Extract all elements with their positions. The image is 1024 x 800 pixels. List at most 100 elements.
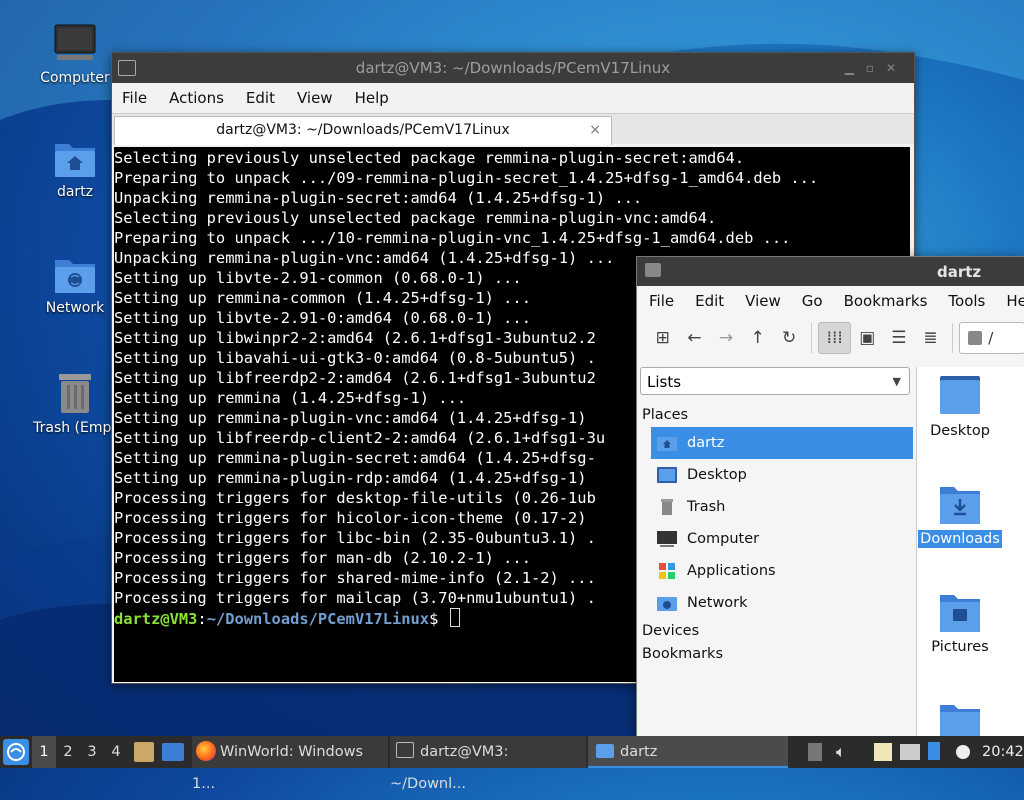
desktop-icon-home[interactable]: dartz <box>25 140 125 200</box>
path-bar[interactable]: / <box>959 322 1024 354</box>
workspace-3[interactable]: 3 <box>80 736 104 768</box>
menu-tools[interactable]: Tools <box>948 292 985 310</box>
places-header: Places <box>642 407 689 423</box>
pictures-folder-icon <box>940 595 980 632</box>
file-manager-window[interactable]: dartz File Edit View Go Bookmarks Tools … <box>636 256 1024 738</box>
task-button-terminal[interactable]: dartz@VM3: ~/Downl... <box>390 736 586 792</box>
downloads-folder-icon <box>940 487 980 524</box>
desktop-icon-trash[interactable]: Trash (Empt <box>25 372 125 436</box>
place-item-network[interactable]: Network <box>651 587 913 619</box>
desktop-folder-icon <box>657 467 677 483</box>
network-folder-icon <box>657 597 677 611</box>
terminal-titlebar[interactable]: dartz@VM3: ~/Downloads/PCemV17Linux ▁▫✕ <box>112 53 914 83</box>
applications-icon <box>659 563 675 579</box>
forward-icon[interactable]: → <box>710 328 742 348</box>
menu-view[interactable]: View <box>297 89 333 107</box>
desktop-icon-label: Trash (Empt <box>33 420 117 436</box>
place-label: Trash <box>687 499 726 515</box>
clipboard-icon[interactable] <box>874 743 892 761</box>
up-icon[interactable]: ↑ <box>742 328 774 348</box>
terminal-menubar: File Actions Edit View Help <box>112 83 914 113</box>
file-manager-titlebar[interactable]: dartz <box>637 257 1024 286</box>
menu-view[interactable]: View <box>745 292 781 310</box>
start-menu-button[interactable] <box>3 739 29 765</box>
menu-help[interactable]: Help <box>355 89 389 107</box>
folder-icon <box>940 705 980 737</box>
toolbar-separator <box>952 323 954 353</box>
thumbnail-view-icon[interactable]: ▣ <box>851 328 883 348</box>
toolbar-separator <box>810 323 812 353</box>
clock[interactable]: 20:42 <box>982 736 1024 768</box>
home-folder-icon <box>657 437 677 451</box>
terminal-icon <box>396 742 414 758</box>
menu-help[interactable]: Help <box>1006 292 1024 310</box>
menu-bookmarks[interactable]: Bookmarks <box>844 292 928 310</box>
close-tab-icon[interactable]: × <box>589 117 601 143</box>
file-item-label: Pictures <box>931 639 989 655</box>
file-item-label: Desktop <box>930 423 990 439</box>
menu-actions[interactable]: Actions <box>169 89 224 107</box>
folder-icon <box>596 744 614 758</box>
workspace-2[interactable]: 2 <box>56 736 80 768</box>
place-item-applications[interactable]: Applications <box>651 555 913 587</box>
terminal-line: Selecting previously unselected package … <box>114 149 745 167</box>
menu-go[interactable]: Go <box>802 292 823 310</box>
tab-label: dartz@VM3: ~/Downloads/PCemV17Linux <box>216 122 510 138</box>
file-view[interactable]: Desktop Downloads Pictures <box>916 367 1024 737</box>
file-item-folder-partial[interactable] <box>897 703 1023 737</box>
side-pane-mode-select[interactable]: Lists ▼ <box>640 367 910 395</box>
task-button-firefox[interactable]: WinWorld: Windows 1... <box>192 736 388 792</box>
network-icon[interactable] <box>900 744 920 760</box>
reload-icon[interactable]: ↻ <box>773 328 805 348</box>
icon-view-icon[interactable]: ⁞⁞⁞ <box>817 322 852 354</box>
menu-file[interactable]: File <box>649 292 674 310</box>
desktop-icon-computer[interactable]: Computer <box>25 24 125 86</box>
file-manager-launcher-icon[interactable] <box>162 743 184 761</box>
folder-icon <box>645 263 661 277</box>
search-icon[interactable] <box>968 331 983 345</box>
place-label: Network <box>687 595 748 611</box>
menu-edit[interactable]: Edit <box>695 292 724 310</box>
file-item-pictures[interactable]: Pictures <box>897 593 1023 655</box>
desktop-icon-network[interactable]: Network <box>25 256 125 316</box>
place-item-home[interactable]: dartz <box>651 427 913 459</box>
menu-file[interactable]: File <box>122 89 147 107</box>
workspace-1[interactable]: 1 <box>32 736 56 768</box>
file-item-desktop[interactable]: Desktop <box>897 375 1023 439</box>
scroll-indicator-icon[interactable] <box>808 743 822 761</box>
place-item-desktop[interactable]: Desktop <box>651 459 913 491</box>
computer-icon <box>54 24 96 60</box>
file-item-label: Downloads <box>918 530 1002 548</box>
trash-icon <box>661 499 673 515</box>
trash-icon <box>59 374 91 413</box>
network-folder-icon <box>55 260 95 293</box>
file-item-downloads[interactable]: Downloads <box>897 485 1023 548</box>
terminal-tabbar: dartz@VM3: ~/Downloads/PCemV17Linux × <box>112 113 914 145</box>
path-text: / <box>988 329 994 347</box>
update-notifier-icon[interactable] <box>928 742 940 760</box>
task-button-file-manager[interactable]: dartz <box>588 736 788 768</box>
workspace-4[interactable]: 4 <box>104 736 128 768</box>
place-item-trash[interactable]: Trash <box>651 491 913 523</box>
compact-view-icon[interactable]: ☰ <box>883 328 915 348</box>
devices-header: Devices <box>642 623 700 639</box>
show-desktop-icon[interactable] <box>134 742 154 762</box>
detailed-view-icon[interactable]: ≣ <box>915 328 947 348</box>
power-icon[interactable] <box>956 745 970 759</box>
place-label: Computer <box>687 531 760 547</box>
volume-icon[interactable]: 🔈︎ <box>836 736 846 768</box>
menu-edit[interactable]: Edit <box>246 89 275 107</box>
task-label: WinWorld: Windows 1... <box>192 744 364 792</box>
home-folder-icon <box>55 144 95 177</box>
desktop-icon-label: Network <box>45 300 105 316</box>
side-pane: Lists ▼ Places dartz Desktop Trash Compu… <box>637 361 915 737</box>
terminal-tab[interactable]: dartz@VM3: ~/Downloads/PCemV17Linux × <box>114 116 612 145</box>
place-item-computer[interactable]: Computer <box>651 523 913 555</box>
new-tab-icon[interactable]: ⊞ <box>647 328 679 348</box>
select-value: Lists <box>647 373 682 391</box>
file-manager-menubar: File Edit View Go Bookmarks Tools Help <box>637 286 1024 316</box>
back-icon[interactable]: ← <box>679 328 711 348</box>
desktop-icon-label: Computer <box>40 70 110 86</box>
place-label: Desktop <box>687 467 747 483</box>
window-controls[interactable]: ▁▫✕ <box>845 61 908 75</box>
